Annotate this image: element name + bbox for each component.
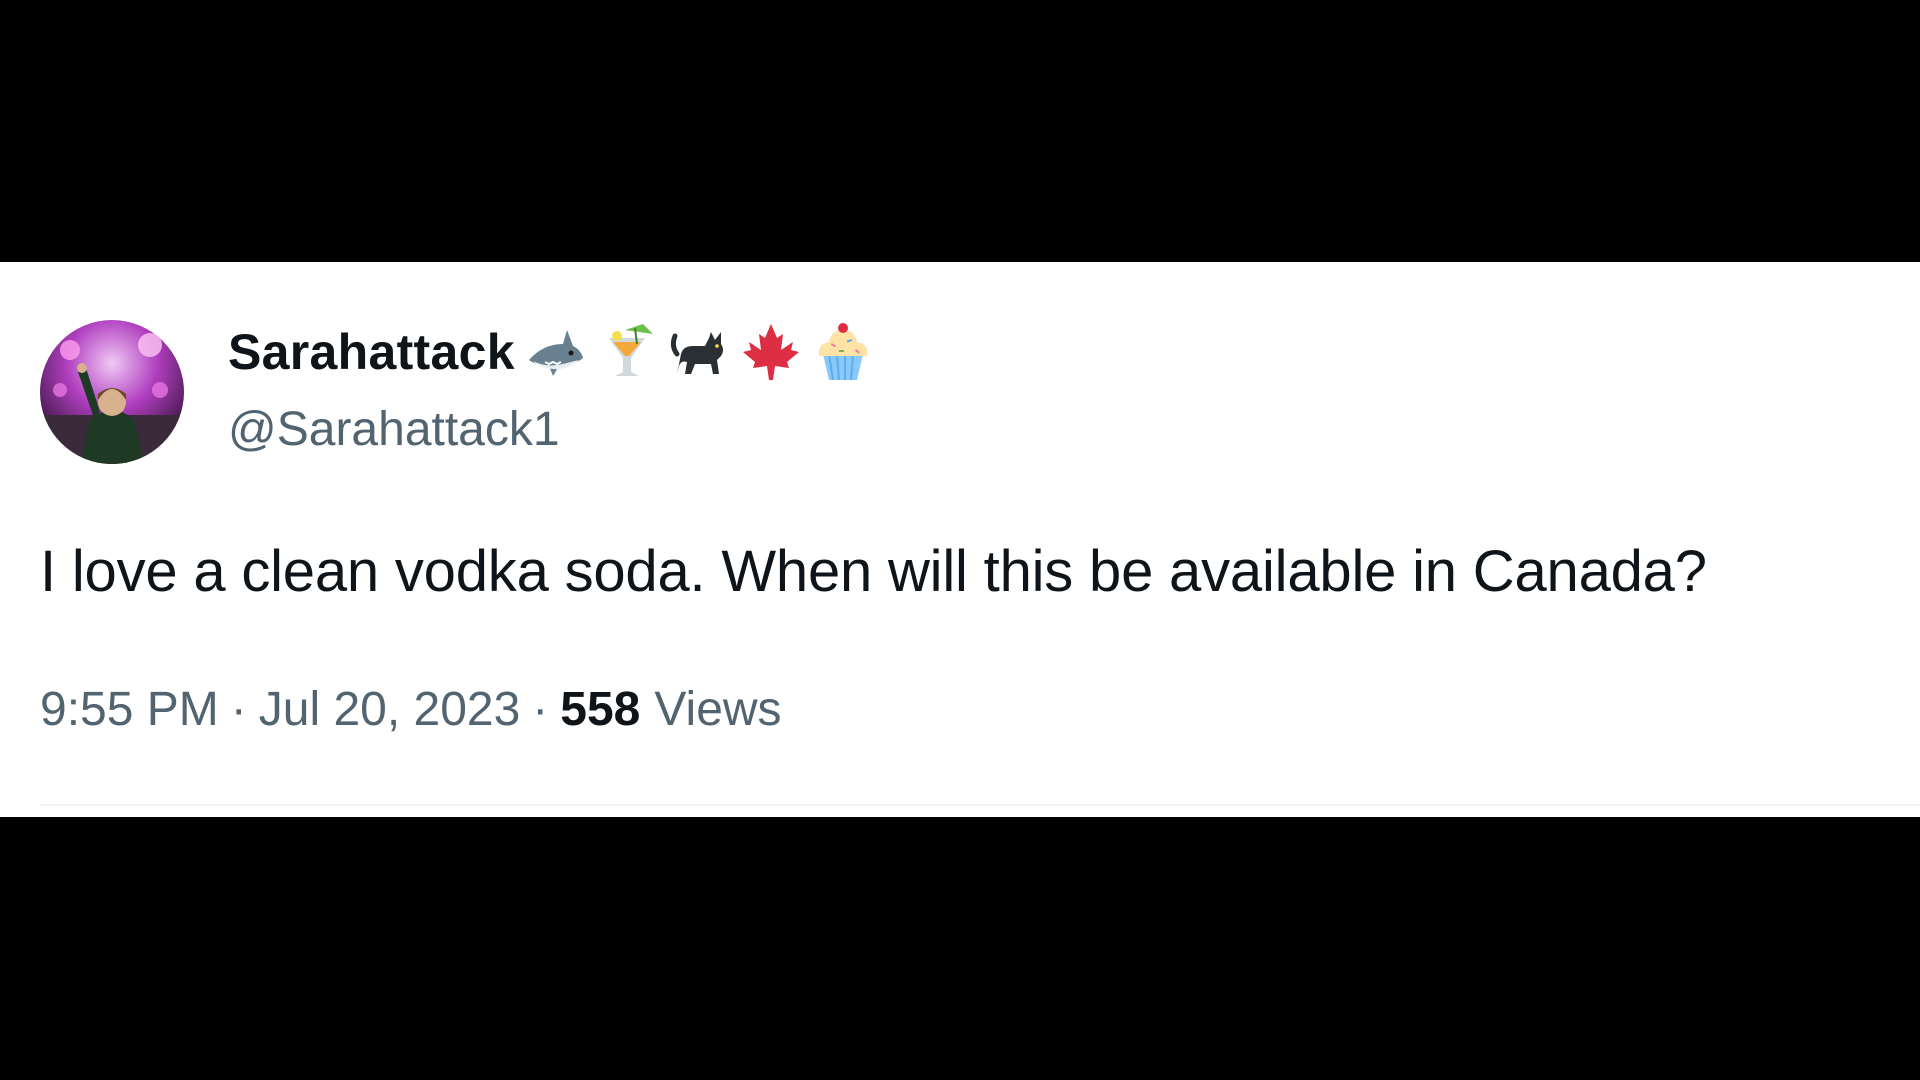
avatar-image [40, 320, 184, 464]
views-count: 558 [560, 683, 641, 736]
tweet-date[interactable]: Jul 20, 2023 [259, 682, 521, 737]
display-name[interactable]: Sarahattack [228, 323, 515, 381]
cupcake-icon [811, 320, 875, 384]
meta-separator: · [532, 683, 549, 736]
display-name-row: Sarahattack [228, 322, 875, 382]
shark-icon [523, 320, 587, 384]
tweet-card: Sarahattack @Sarahattack1 I love a clean… [0, 262, 1920, 817]
tweet-text: I love a clean vodka soda. When will thi… [40, 539, 1707, 604]
divider [40, 804, 1920, 806]
tropical-drink-icon [595, 320, 659, 384]
black-cat-icon [667, 320, 731, 384]
avatar[interactable] [40, 320, 184, 464]
tweet-time[interactable]: 9:55 PM [40, 682, 219, 737]
user-handle[interactable]: @Sarahattack1 [228, 402, 560, 457]
tweet-meta: 9:55 PM · Jul 20, 2023 · 558 Views [40, 682, 782, 737]
views-label: Views [654, 683, 782, 736]
maple-leaf-icon [739, 320, 803, 384]
meta-separator: · [230, 683, 247, 736]
